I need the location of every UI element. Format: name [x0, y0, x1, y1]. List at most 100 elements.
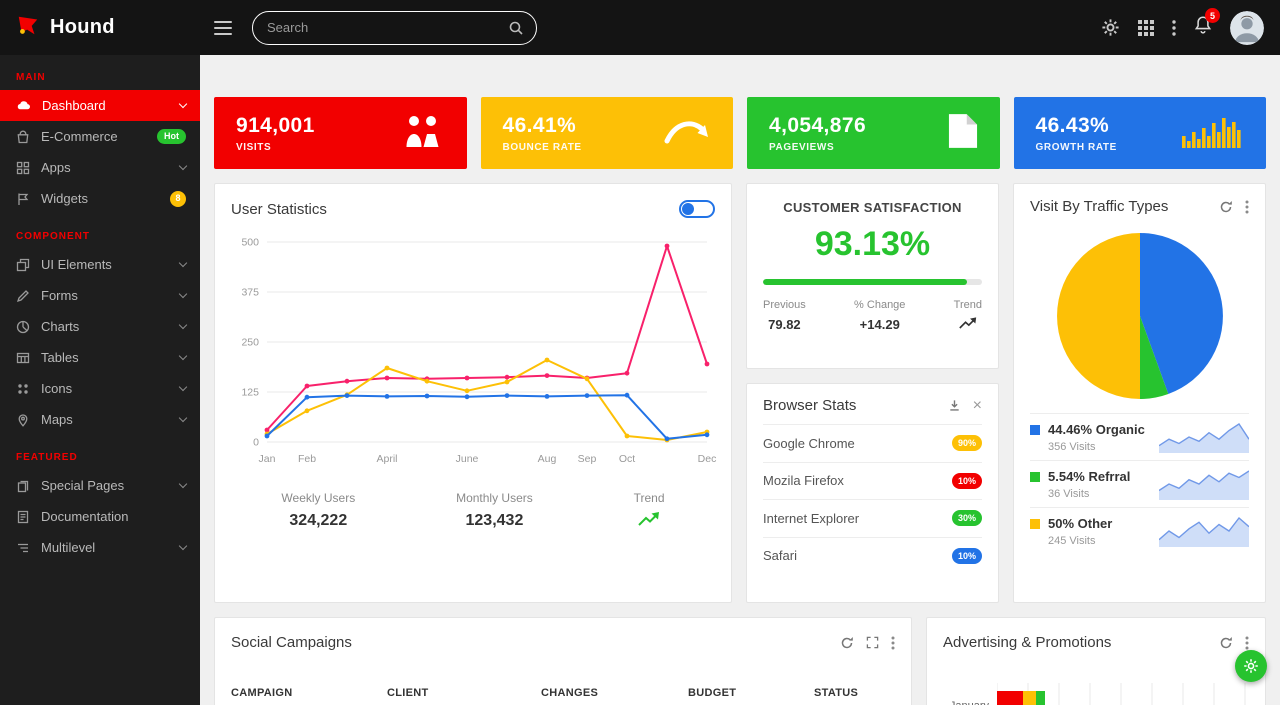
refresh-icon[interactable] [840, 636, 854, 650]
more-kebab-icon[interactable] [1245, 200, 1249, 214]
legend-color-swatch [1030, 472, 1040, 482]
svg-text:Oct: Oct [619, 453, 635, 465]
more-kebab-icon[interactable] [1172, 20, 1176, 36]
pageviews-value: 4,054,876 [769, 114, 866, 138]
sidebar-section-main: MAIN [0, 55, 200, 90]
svg-text:500: 500 [241, 237, 259, 249]
sidebar-item-widgets[interactable]: Widgets 8 [0, 183, 200, 214]
bounce-arrow-icon [663, 116, 711, 151]
legend-color-swatch [1030, 425, 1040, 435]
more-kebab-icon[interactable] [891, 636, 895, 650]
notifications-bell-icon[interactable]: 5 [1194, 15, 1212, 40]
svg-text:125: 125 [241, 387, 259, 399]
browser-name: Mozila Firefox [763, 473, 844, 488]
pie-chart-icon [16, 320, 30, 334]
browser-name: Safari [763, 548, 797, 563]
search-input[interactable] [265, 19, 508, 36]
browser-stats-card: Browser Stats × Google Chrome 90% [746, 383, 999, 603]
widgets-count-badge: 8 [170, 191, 186, 207]
sidebar-item-forms[interactable]: Forms [0, 280, 200, 311]
user-avatar[interactable] [1230, 11, 1264, 45]
expand-icon[interactable] [866, 636, 879, 649]
trend-up-icon [954, 317, 982, 333]
hot-badge: Hot [157, 129, 186, 144]
close-icon[interactable]: × [973, 398, 982, 414]
menu-toggle-icon[interactable] [214, 17, 232, 39]
flag-icon [16, 192, 30, 206]
sidebar-item-apps[interactable]: Apps [0, 152, 200, 183]
browser-share-badge: 90% [952, 435, 982, 451]
browser-row: Google Chrome 90% [763, 424, 982, 462]
search-icon[interactable] [508, 20, 524, 36]
svg-text:Jan: Jan [259, 453, 276, 465]
user-statistics-line-chart: 0125250375500JanFebAprilJuneAugSepOctDec [231, 232, 717, 470]
user-statistics-footer: Weekly Users 324,222 Monthly Users 123,4… [231, 491, 715, 532]
chart-toggle-switch[interactable] [679, 200, 715, 218]
customer-satisfaction-card: CUSTOMER SATISFACTION 93.13% Previous 79… [746, 183, 999, 369]
sidebar-item-label: Documentation [41, 509, 186, 524]
advertising-title: Advertising & Promotions [943, 634, 1111, 651]
topbar-actions: 5 [1101, 11, 1280, 45]
sidebar-item-maps[interactable]: Maps [0, 404, 200, 435]
refresh-icon[interactable] [1219, 200, 1233, 214]
legend-color-swatch [1030, 519, 1040, 529]
sidebar-item-icons[interactable]: Icons [0, 373, 200, 404]
brand-name: Hound [50, 16, 115, 39]
chevron-down-icon [179, 413, 187, 421]
advertising-category-label: January [943, 700, 989, 705]
column-header-budget: BUDGET [688, 687, 814, 699]
search-box [252, 11, 537, 45]
advertising-bar-chart [997, 683, 1247, 705]
weekly-users-value: 324,222 [281, 512, 355, 530]
sidebar-item-label: Multilevel [41, 540, 169, 555]
main-content: 914,001 VISITS 46.41% BOUNCE RATE 4,05 [200, 55, 1280, 705]
sidebar-item-charts[interactable]: Charts [0, 311, 200, 342]
previous-label: Previous [763, 299, 806, 311]
pages-icon [16, 479, 30, 493]
svg-text:250: 250 [241, 337, 259, 349]
sidebar-item-label: Icons [41, 381, 169, 396]
chevron-down-icon [179, 351, 187, 359]
monthly-users-label: Monthly Users [456, 491, 533, 505]
download-icon[interactable] [948, 399, 961, 412]
settings-fab-button[interactable] [1235, 650, 1267, 682]
refresh-icon[interactable] [1219, 636, 1233, 650]
settings-gear-icon[interactable] [1101, 18, 1120, 37]
map-pin-icon [16, 413, 30, 427]
dashboard-row-2: User Statistics 0125250375500JanFebApril… [214, 183, 1266, 603]
sidebar-item-ecommerce[interactable]: E-Commerce Hot [0, 121, 200, 152]
apps-grid-icon[interactable] [1138, 20, 1154, 36]
hound-logo-icon [16, 13, 40, 42]
sidebar-section-featured: FEATURED [0, 435, 200, 470]
layers-icon [16, 258, 30, 272]
growth-rate-value: 46.43% [1036, 114, 1117, 138]
sidebar-item-multilevel[interactable]: Multilevel [0, 532, 200, 563]
social-campaigns-title: Social Campaigns [231, 634, 352, 651]
advertising-card: Advertising & Promotions January [926, 617, 1266, 705]
sidebar-item-tables[interactable]: Tables [0, 342, 200, 373]
more-kebab-icon[interactable] [1245, 636, 1249, 650]
chevron-down-icon [179, 289, 187, 297]
change-value: +14.29 [854, 317, 905, 332]
sidebar-item-label: Charts [41, 319, 169, 334]
trend-label: Trend [634, 491, 665, 505]
brand[interactable]: Hound [0, 13, 200, 42]
chevron-down-icon [179, 382, 187, 390]
monthly-users-value: 123,432 [456, 512, 533, 530]
document-icon [16, 510, 30, 524]
sidebar-item-documentation[interactable]: Documentation [0, 501, 200, 532]
browser-share-badge: 10% [952, 473, 982, 489]
stat-cards-row: 914,001 VISITS 46.41% BOUNCE RATE 4,05 [214, 97, 1266, 169]
sidebar-item-special-pages[interactable]: Special Pages [0, 470, 200, 501]
campaigns-table-header: CAMPAIGN CLIENT CHANGES BUDGET STATUS [231, 687, 895, 699]
chevron-down-icon [179, 258, 187, 266]
bounce-rate-value: 46.41% [503, 114, 582, 138]
legend-row-refrral: 5.54% Refrral 36 Visits [1030, 460, 1249, 507]
sidebar-item-dashboard[interactable]: Dashboard [0, 90, 200, 121]
weekly-users-label: Weekly Users [281, 491, 355, 505]
sidebar-item-ui-elements[interactable]: UI Elements [0, 249, 200, 280]
legend-label: 44.46% Organic [1048, 422, 1151, 437]
visits-value: 914,001 [236, 114, 315, 138]
growth-rate-label: GROWTH RATE [1036, 142, 1117, 153]
sidebar-item-label: Forms [41, 288, 169, 303]
